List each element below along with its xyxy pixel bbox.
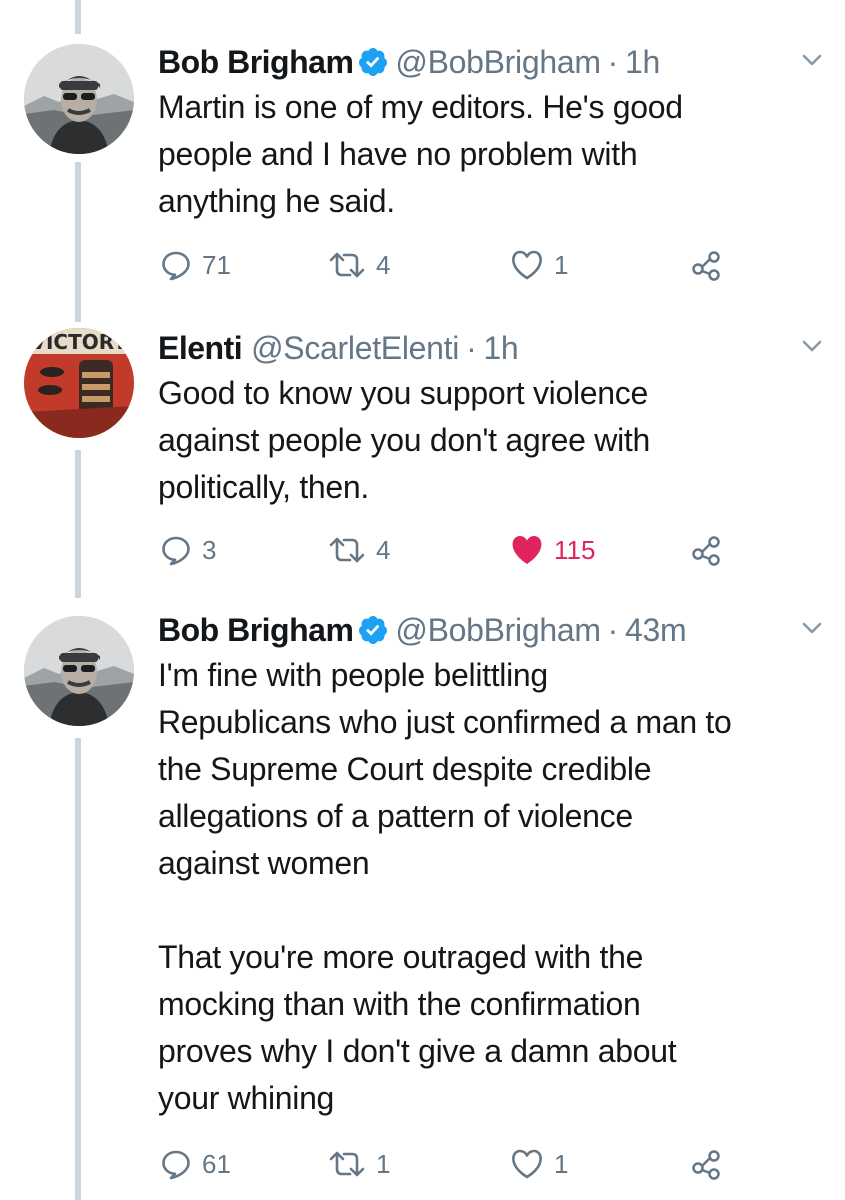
retweet-count: 4: [376, 249, 391, 280]
avatar-lettering: VICTORY: [30, 330, 128, 354]
retweet-button[interactable]: 4: [328, 530, 390, 570]
timestamp[interactable]: 1h: [483, 328, 518, 368]
like-icon: [512, 1149, 542, 1179]
avatar-image: [24, 616, 134, 726]
share-icon: [692, 251, 720, 281]
heart-filled-icon: [512, 536, 542, 564]
tweet-text: Good to know you support violence agains…: [158, 375, 650, 505]
retweet-count: 4: [376, 534, 391, 565]
avatar-elenti[interactable]: VICTORY: [24, 328, 134, 438]
chevron-down-icon[interactable]: [798, 614, 826, 642]
tweet-text: I'm fine with people belittling Republic…: [158, 657, 732, 1116]
tweet-header: Bob Brigham @BobBrigham · 1h: [158, 42, 660, 82]
share-button[interactable]: [690, 1144, 722, 1184]
user-handle[interactable]: @BobBrigham: [395, 42, 601, 82]
tweet-actions: 71 4 1: [158, 245, 758, 285]
separator: ·: [607, 612, 619, 648]
reply-icon: [162, 536, 190, 566]
verified-badge-icon: [357, 46, 389, 78]
timestamp[interactable]: 1h: [625, 42, 660, 82]
tweet-2[interactable]: VICTORY Elenti @ScarletElenti · 1h Good …: [0, 328, 845, 573]
chevron-down-icon[interactable]: [798, 332, 826, 360]
display-name[interactable]: Bob Brigham: [158, 610, 354, 650]
tweet-3[interactable]: Bob Brigham @BobBrigham · 43m I'm fine w…: [0, 610, 845, 1200]
reply-button[interactable]: 71: [160, 245, 231, 285]
retweet-button[interactable]: 4: [328, 245, 390, 285]
avatar-image: [24, 44, 134, 154]
tweet-header: Bob Brigham @BobBrigham · 43m: [158, 610, 687, 650]
tweet-header: Elenti @ScarletElenti · 1h: [158, 328, 519, 368]
share-icon: [692, 536, 720, 566]
tweet-actions: 3 4 115: [158, 530, 758, 570]
retweet-button[interactable]: 1: [328, 1144, 390, 1184]
retweet-count: 1: [376, 1148, 391, 1179]
tweet-1[interactable]: Bob Brigham @BobBrigham · 1h Martin is o…: [0, 42, 845, 282]
separator: ·: [466, 330, 477, 366]
reply-count: 3: [202, 534, 217, 565]
like-button[interactable]: 115: [510, 530, 595, 570]
reply-button[interactable]: 3: [160, 530, 216, 570]
like-icon: [512, 250, 542, 280]
user-handle[interactable]: @BobBrigham: [395, 610, 601, 650]
like-button[interactable]: 1: [510, 1144, 568, 1184]
avatar-image: VICTORY: [24, 328, 134, 438]
share-button[interactable]: [690, 245, 722, 285]
reply-icon: [162, 251, 190, 281]
reply-count: 61: [202, 1148, 231, 1179]
thread-line-top: [75, 0, 81, 34]
verified-badge-icon: [357, 614, 389, 646]
like-count: 1: [554, 249, 569, 280]
display-name[interactable]: Bob Brigham: [158, 42, 354, 82]
retweet-icon: [329, 537, 365, 563]
reply-button[interactable]: 61: [160, 1144, 231, 1184]
reply-count: 71: [202, 249, 231, 280]
like-count: 1: [554, 1148, 569, 1179]
display-name[interactable]: Elenti: [158, 328, 243, 368]
like-count: 115: [554, 534, 596, 565]
like-button[interactable]: 1: [510, 245, 568, 285]
share-icon: [692, 1150, 720, 1180]
retweet-icon: [329, 1151, 365, 1177]
reply-icon: [162, 1150, 190, 1180]
tweet-actions: 61 1 1: [158, 1144, 758, 1184]
chevron-down-icon[interactable]: [798, 46, 826, 74]
user-handle[interactable]: @ScarletElenti: [251, 328, 459, 368]
retweet-icon: [329, 252, 365, 278]
tweet-text: Martin is one of my editors. He's good p…: [158, 89, 683, 219]
timestamp[interactable]: 43m: [625, 610, 687, 650]
separator: ·: [607, 44, 619, 80]
avatar-bob-brigham[interactable]: [24, 616, 134, 726]
avatar-bob-brigham[interactable]: [24, 44, 134, 154]
share-button[interactable]: [690, 530, 722, 570]
